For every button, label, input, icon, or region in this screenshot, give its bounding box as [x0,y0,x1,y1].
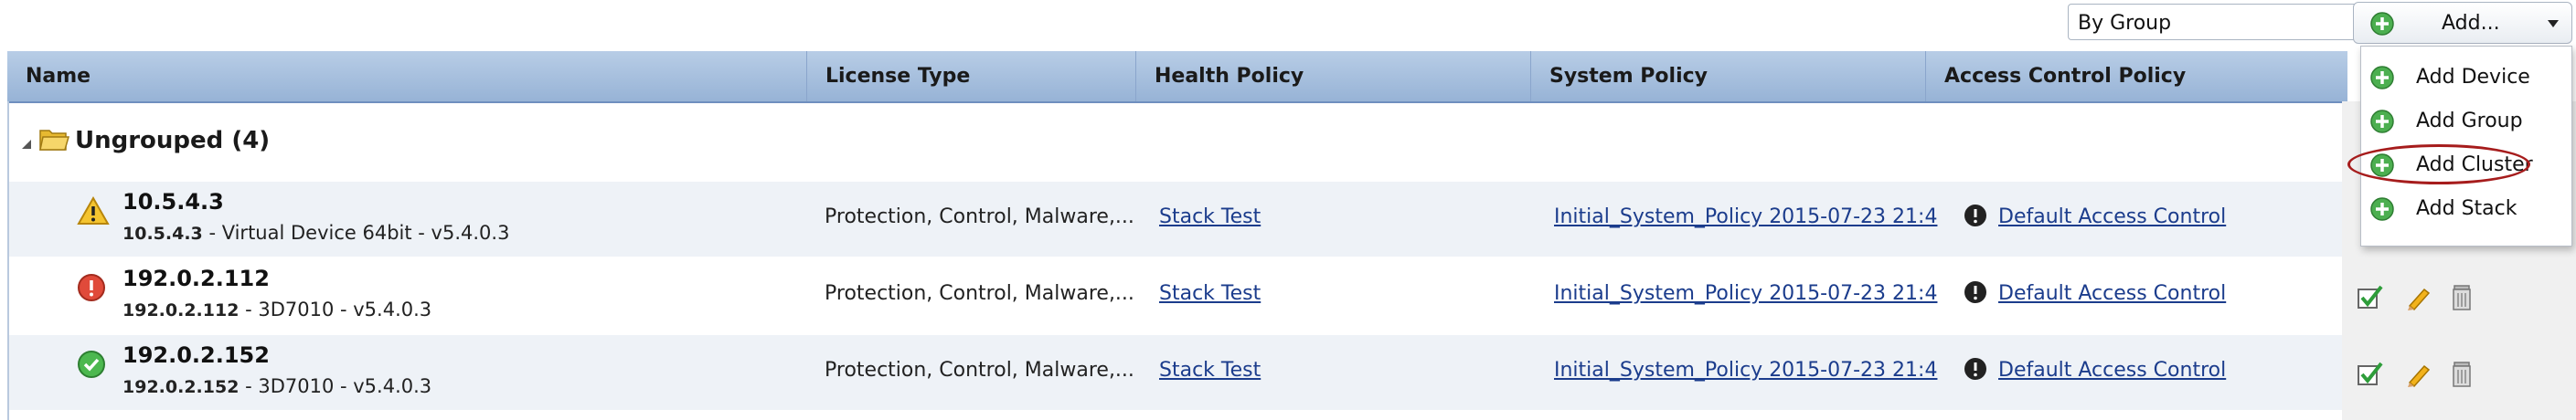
menu-item-label: Add Stack [2416,197,2517,220]
menu-item-add-device[interactable]: Add Device [2361,56,2571,98]
trash-icon[interactable] [2450,361,2474,388]
health-policy-link[interactable]: Stack Test [1159,205,1261,228]
table-row[interactable]: 10.5.4.3 10.5.4.3 - Virtual Device 64bit… [9,182,2342,257]
alert-icon [1964,281,1986,303]
column-header-health-policy[interactable]: Health Policy [1135,51,1530,101]
system-policy-link[interactable]: Initial_System_Policy 2015-07-23 21:4 [1554,205,1949,228]
highlight-ring [2347,144,2530,184]
license-type: Protection, Control, Malware,... [825,282,1134,305]
add-circle-icon [2370,66,2394,89]
menu-item-add-group[interactable]: Add Group [2361,100,2571,142]
device-name[interactable]: 192.0.2.112 [122,266,270,291]
checkbox-icon[interactable] [2357,284,2384,310]
health-policy-link[interactable]: Stack Test [1159,282,1261,305]
device-name[interactable]: 10.5.4.3 [122,189,224,215]
folder-icon [39,130,69,151]
column-header-system-policy[interactable]: System Policy [1530,51,1925,101]
device-description: 192.0.2.112 - 3D7010 - v5.4.0.3 [122,299,432,320]
column-header-name[interactable]: Name [7,51,806,101]
alert-icon [1964,205,1986,226]
menu-item-label: Add Group [2416,110,2523,132]
edit-pencil-icon[interactable] [2404,284,2432,311]
edit-pencil-icon[interactable] [2404,361,2432,388]
group-row[interactable]: Ungrouped (4) [9,103,2342,182]
group-name: Ungrouped (4) [75,127,271,154]
access-control-policy-link[interactable]: Default Access Control [1998,282,2226,305]
column-header-access-control-policy[interactable]: Access Control Policy [1925,51,2320,101]
menu-item-add-stack[interactable]: Add Stack [2361,187,2571,229]
add-circle-icon [2370,12,2394,36]
add-button-label: Add... [2442,12,2500,35]
table-row[interactable]: 192.0.2.152 192.0.2.152 - 3D7010 - v5.4.… [9,335,2471,410]
add-button[interactable]: Add... [2353,2,2572,44]
access-control-policy-link[interactable]: Default Access Control [1998,359,2226,382]
device-description: 192.0.2.152 - 3D7010 - v5.4.0.3 [122,375,432,397]
health-policy-link[interactable]: Stack Test [1159,359,1261,382]
caret-down-icon [2548,20,2559,27]
alert-icon [1964,358,1986,380]
device-name[interactable]: 192.0.2.152 [122,342,270,368]
error-icon [78,274,105,301]
checkbox-icon[interactable] [2357,361,2384,386]
device-description: 10.5.4.3 - Virtual Device 64bit - v5.4.0… [122,222,510,244]
column-header-license-type[interactable]: License Type [806,51,1135,101]
trash-icon[interactable] [2450,284,2474,311]
table-row[interactable]: 192.0.2.112 192.0.2.112 - 3D7010 - v5.4.… [9,258,2471,333]
group-by-value: By Group [2078,12,2172,35]
device-table-header: Name License Type Health Policy System P… [7,51,2347,103]
system-policy-link[interactable]: Initial_System_Policy 2015-07-23 21:4 [1554,282,1949,305]
add-circle-icon [2370,110,2394,133]
warning-icon [77,196,110,225]
system-policy-link[interactable]: Initial_System_Policy 2015-07-23 21:4 [1554,359,1949,382]
access-control-policy-link[interactable]: Default Access Control [1998,205,2226,228]
license-type: Protection, Control, Malware,... [825,205,1134,228]
menu-item-label: Add Device [2416,66,2530,89]
collapse-triangle-icon[interactable] [20,138,33,151]
license-type: Protection, Control, Malware,... [825,359,1134,382]
ok-check-icon [78,351,105,378]
add-circle-icon [2370,197,2394,221]
